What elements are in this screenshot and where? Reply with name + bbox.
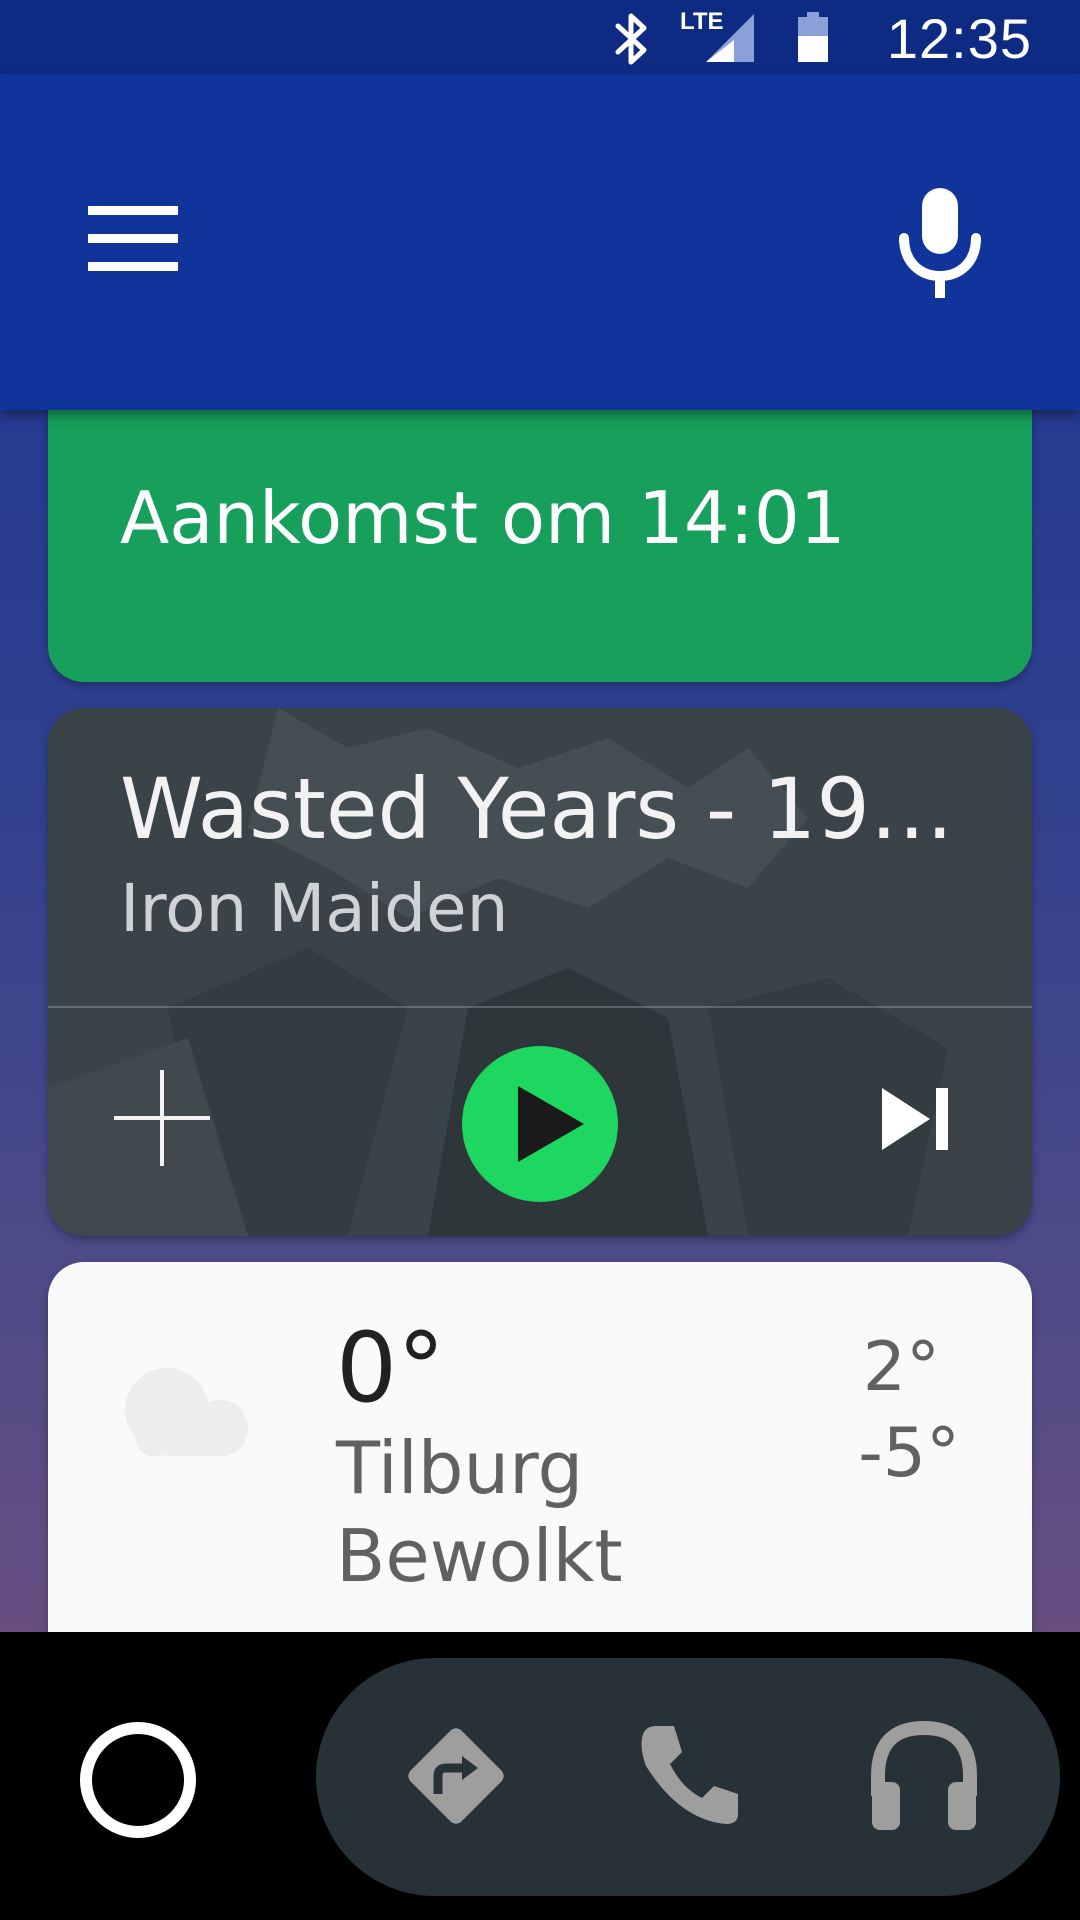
arrival-time-text: Aankomst om 14:01 <box>120 476 846 560</box>
headphones-icon <box>871 1720 977 1830</box>
play-button[interactable] <box>462 1046 618 1202</box>
skip-next-icon <box>882 1088 948 1150</box>
cloud-icon <box>125 1368 248 1456</box>
lte-signal-icon: LTE <box>680 8 756 66</box>
media-divider <box>48 1006 1032 1008</box>
media-card[interactable]: Wasted Years - 1998 Remastered Version I… <box>48 708 1032 1236</box>
home-button[interactable] <box>80 1722 196 1838</box>
track-title: Wasted Years - 1998 Remastered Version <box>120 760 960 858</box>
weather-card[interactable]: 0° Tilburg Bewolkt 2° -5° <box>48 1262 1032 1682</box>
phone-icon <box>641 1726 738 1824</box>
add-icon <box>114 1070 210 1166</box>
temperature-high: 2° <box>862 1328 940 1407</box>
weather-condition: Bewolkt <box>336 1514 623 1598</box>
lte-label: LTE <box>680 8 724 35</box>
menu-button[interactable] <box>78 194 188 284</box>
track-artist: Iron Maiden <box>120 870 509 947</box>
skip-next-button[interactable] <box>878 1074 958 1164</box>
play-icon <box>518 1086 584 1162</box>
battery-icon <box>798 12 828 62</box>
navigation-icon <box>408 1728 504 1824</box>
bottom-navigation-bar <box>0 1632 1080 1920</box>
media-button[interactable] <box>864 1716 984 1836</box>
app-bar <box>0 74 1080 410</box>
status-time: 12:35 <box>886 7 1032 70</box>
phone-button[interactable] <box>628 1716 748 1836</box>
voice-search-button[interactable] <box>890 184 990 304</box>
add-to-library-button[interactable] <box>112 1068 212 1168</box>
status-bar: LTE 12:35 <box>0 0 1080 74</box>
menu-icon <box>88 206 178 271</box>
bluetooth-icon <box>615 13 647 65</box>
weather-icon-container <box>122 1362 262 1462</box>
navigation-button[interactable] <box>396 1716 516 1836</box>
current-temperature: 0° <box>336 1312 446 1424</box>
android-auto-screen: LTE 12:35 Aankomst om 14:01 Wasted Years… <box>0 0 1080 1920</box>
microphone-icon <box>899 188 981 298</box>
temperature-low: -5° <box>858 1414 960 1493</box>
weather-city: Tilburg <box>336 1426 584 1510</box>
app-shortcut-pill <box>316 1658 1060 1896</box>
